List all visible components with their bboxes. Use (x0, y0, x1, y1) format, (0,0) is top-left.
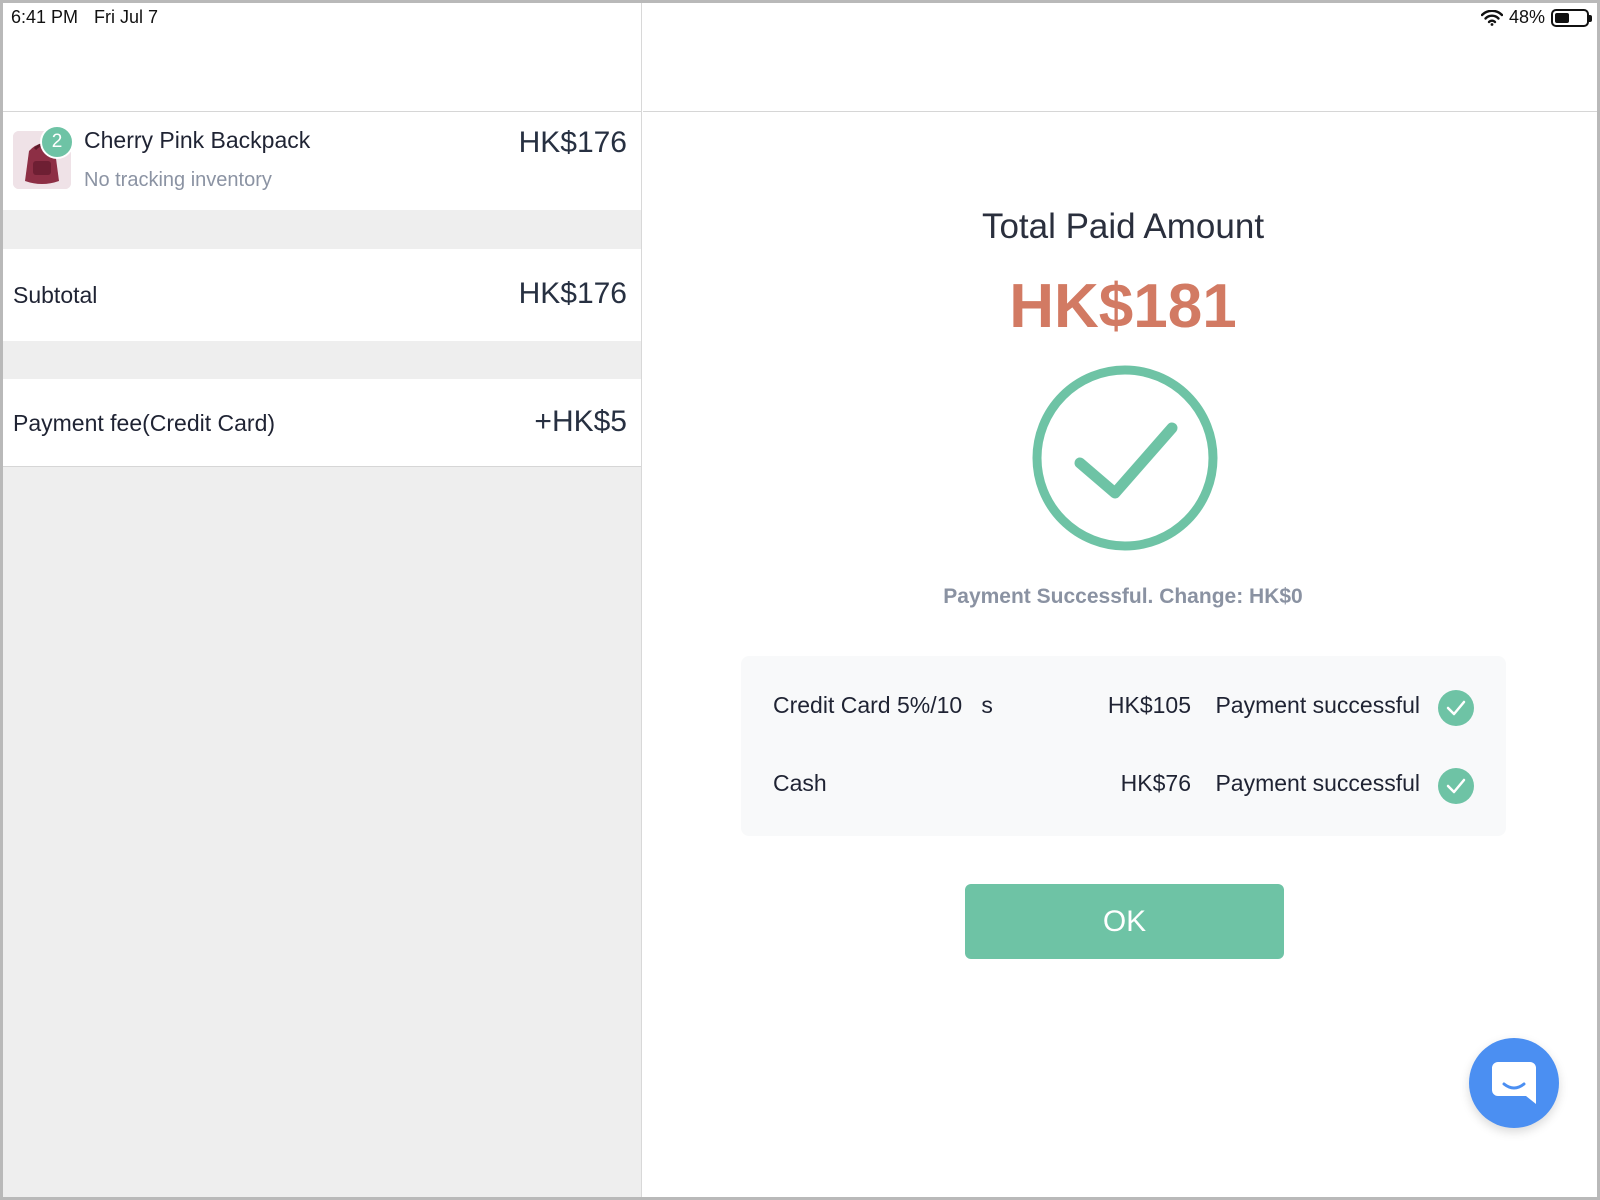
payment-amount: HK$105 (1107, 692, 1191, 718)
battery-percent: 48% (1508, 7, 1545, 27)
ok-button[interactable]: OK (965, 884, 1284, 959)
success-message: Payment Successful. Change: HK$0 (943, 585, 1303, 608)
payment-row: Cash HK$76 Payment successful (741, 764, 1506, 804)
wifi-icon (1480, 9, 1503, 26)
payment-status: Payment successful (1215, 770, 1420, 796)
subtotal-label: Subtotal (13, 282, 98, 308)
item-subtitle: No tracking inventory (84, 169, 272, 191)
subtotal-value: HK$176 (518, 277, 627, 310)
subtotal-row: Subtotal HK$176 (3, 249, 641, 341)
check-circle-icon (1438, 768, 1474, 804)
item-name: Cherry Pink Backpack (84, 127, 311, 153)
payment-fee-value: +HK$5 (534, 405, 627, 438)
status-bar: 6:41 PM Fri Jul 7 48% (3, 3, 1597, 33)
success-check-icon (1032, 365, 1218, 551)
payment-row: Credit Card 5%/10 s HK$105 Payment succe… (741, 686, 1506, 726)
app-window: 2 Cherry Pink Backpack No tracking inven… (0, 0, 1600, 1200)
total-paid-amount: HK$181 (1009, 272, 1237, 341)
status-date: Fri Jul 7 (94, 7, 159, 27)
item-price: HK$176 (518, 126, 627, 159)
payment-fee-row: Payment fee(Credit Card) +HK$5 (3, 379, 641, 467)
payment-method: Credit Card 5%/10 s (773, 692, 993, 718)
payments-list: Credit Card 5%/10 s HK$105 Payment succe… (741, 656, 1506, 836)
chat-icon (1492, 1062, 1536, 1104)
cart-item-row[interactable]: 2 Cherry Pink Backpack No tracking inven… (3, 112, 641, 210)
quantity-badge: 2 (40, 125, 74, 159)
chat-button[interactable] (1469, 1038, 1559, 1128)
check-circle-icon (1438, 690, 1474, 726)
payment-amount: HK$76 (1120, 770, 1191, 796)
payment-method: Cash (773, 770, 827, 796)
payment-fee-label: Payment fee(Credit Card) (13, 410, 276, 436)
payment-status: Payment successful (1215, 692, 1420, 718)
cart-pane: 2 Cherry Pink Backpack No tracking inven… (3, 3, 642, 1197)
payment-result-pane: Total Paid Amount HK$181 Payment Success… (643, 3, 1597, 1197)
battery-icon (1551, 8, 1592, 27)
status-time: 6:41 PM (11, 7, 79, 27)
total-paid-label: Total Paid Amount (981, 207, 1265, 246)
